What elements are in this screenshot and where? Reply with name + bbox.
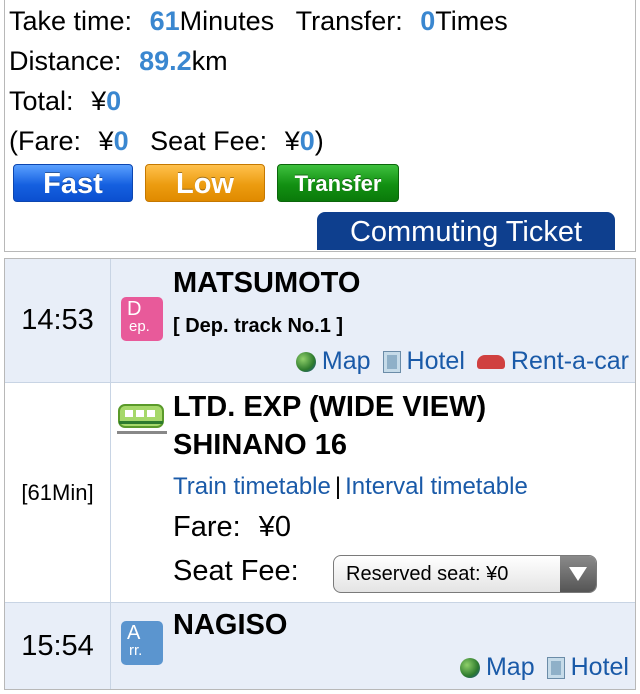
fare-value: 0 [113, 126, 129, 156]
fewest-transfers-button[interactable]: Transfer [277, 164, 399, 202]
seat-fee-close: ) [314, 126, 324, 156]
distance-unit: km [191, 46, 228, 76]
globe-icon [459, 658, 480, 679]
total-line: Total: ¥0 [9, 84, 121, 118]
train-timetable-link[interactable]: Train timetable [173, 473, 331, 500]
hotel-icon [546, 657, 565, 680]
fare-currency: ¥ [98, 126, 114, 156]
train-name-line2: SHINANO 16 [173, 429, 348, 461]
arrival-map-link[interactable]: Map [459, 653, 535, 682]
arrival-badge-letter: A [127, 622, 141, 644]
total-label: Total: [9, 86, 74, 116]
departure-time: 14:53 [21, 304, 94, 336]
seat-fee-currency: ¥ [284, 126, 300, 156]
distance-label: Distance: [9, 46, 122, 76]
departure-hotel-label: Hotel [406, 347, 465, 375]
interval-timetable-link[interactable]: Interval timetable [345, 473, 528, 500]
fast-route-button[interactable]: Fast [13, 164, 133, 202]
route-summary-panel: Take time: 61Minutes Transfer: 0Times Di… [4, 0, 636, 252]
arrival-hotel-link[interactable]: Hotel [546, 653, 629, 682]
train-segment-row: [61Min] LTD. EXP (WIDE VIEW) SHINANO 16 … [5, 383, 635, 603]
transfer-value: 0 [420, 6, 436, 36]
transfer-unit: Times [435, 6, 508, 36]
departure-badge-letter: D [127, 298, 142, 320]
departure-map-label: Map [321, 347, 371, 375]
seat-fee-label: Seat Fee: [150, 126, 268, 156]
departure-row: 14:53 D ep. MATSUMOTO [ Dep. track No.1 … [5, 259, 635, 383]
departure-badge-sub: ep. [129, 318, 150, 335]
distance-line: Distance: 89.2km [9, 44, 228, 78]
segment-fare-label: Fare: [173, 511, 241, 543]
segment-duration: [61Min] [21, 479, 94, 505]
segment-fare-value: ¥0 [258, 511, 292, 543]
total-value: 0 [106, 86, 122, 116]
total-currency: ¥ [91, 86, 107, 116]
seat-fee-value: 0 [299, 126, 315, 156]
departure-badge-icon: D ep. [121, 297, 163, 341]
link-separator: | [334, 473, 342, 500]
departure-links: Map Hotel Rent-a-car [295, 347, 629, 376]
duration-cell: [61Min] [5, 383, 111, 602]
departure-map-link[interactable]: Map [295, 347, 371, 376]
segment-seat-fee-label: Seat Fee: [173, 555, 299, 587]
distance-value: 89.2 [139, 46, 192, 76]
seat-type-select[interactable]: Reserved seat: ¥0 [333, 555, 597, 593]
seat-type-value: Reserved seat: ¥0 [346, 563, 509, 585]
fare-breakdown-line: (Fare: ¥0 Seat Fee: ¥0) [9, 124, 324, 158]
segment-fare: Fare: ¥0 [173, 511, 291, 544]
train-name-line1: LTD. EXP (WIDE VIEW) [173, 391, 487, 423]
arrival-badge-sub: rr. [129, 642, 143, 659]
take-time-unit: Minutes [179, 6, 275, 36]
chevron-down-icon [560, 556, 596, 592]
departure-station-name[interactable]: MATSUMOTO [173, 267, 360, 300]
route-detail-table: 14:53 D ep. MATSUMOTO [ Dep. track No.1 … [4, 258, 636, 690]
departure-time-cell: 14:53 [5, 259, 111, 382]
arrival-map-label: Map [485, 653, 535, 681]
departure-rent-a-car-link[interactable]: Rent-a-car [476, 347, 629, 376]
arrival-badge-icon: A rr. [121, 621, 163, 665]
arrival-time-cell: 15:54 [5, 603, 111, 689]
departure-hotel-link[interactable]: Hotel [382, 347, 465, 376]
train-icon [117, 404, 167, 434]
arrival-time: 15:54 [21, 629, 94, 662]
globe-icon [295, 352, 316, 373]
timetable-links: Train timetable | Interval timetable [173, 473, 528, 501]
arrival-hotel-label: Hotel [570, 653, 629, 681]
low-cost-route-button[interactable]: Low [145, 164, 265, 202]
fare-label: (Fare: [9, 126, 82, 156]
arrival-station-name[interactable]: NAGISO [173, 609, 287, 642]
hotel-icon [382, 351, 401, 374]
take-time-label: Take time: [9, 6, 133, 36]
transfer-label: Transfer: [295, 6, 403, 36]
arrival-links: Map Hotel [459, 653, 629, 682]
commuting-ticket-button[interactable]: Commuting Ticket [317, 212, 615, 250]
take-time-line: Take time: 61Minutes Transfer: 0Times [9, 4, 508, 38]
take-time-value: 61 [149, 6, 180, 36]
departure-track: [ Dep. track No.1 ] [173, 315, 344, 337]
arrival-row: 15:54 A rr. NAGISO Map Hotel [5, 603, 635, 689]
departure-rent-a-car-label: Rent-a-car [510, 347, 629, 375]
car-icon [476, 355, 505, 370]
